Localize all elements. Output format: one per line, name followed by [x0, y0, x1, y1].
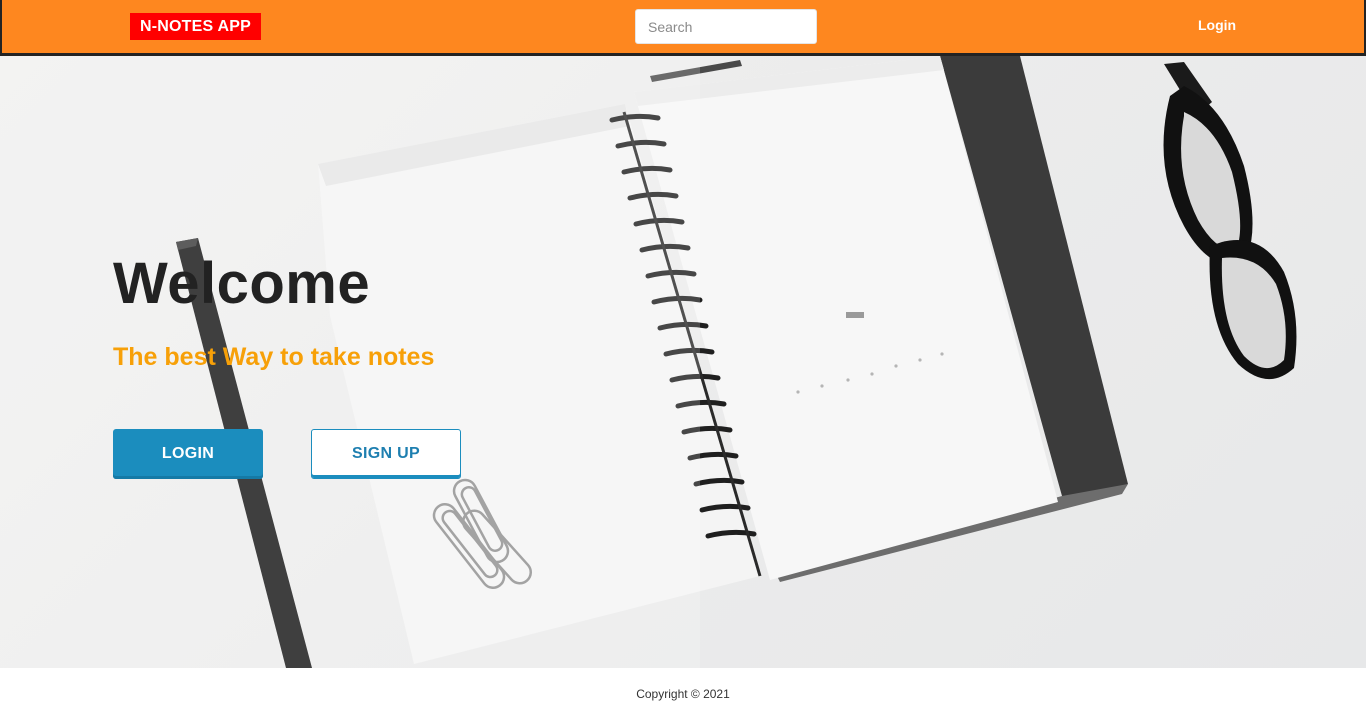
signup-button[interactable]: SIGN UP	[311, 429, 461, 479]
nav-login-link[interactable]: Login	[1198, 17, 1236, 33]
copyright-text: Copyright © 2021	[636, 687, 730, 701]
hero-section: Welcome The best Way to take notes LOGIN…	[0, 56, 1366, 668]
search-input[interactable]	[635, 9, 817, 44]
login-button[interactable]: LOGIN	[113, 429, 263, 479]
tagline-text: The best Way to take notes	[113, 343, 435, 371]
glasses-image	[1163, 62, 1297, 380]
page-footer: Copyright © 2021	[0, 668, 1366, 721]
brand-logo[interactable]: N-NOTES APP	[130, 13, 261, 40]
top-navbar: N-NOTES APP Login	[0, 0, 1366, 56]
welcome-heading: Welcome	[113, 251, 371, 316]
